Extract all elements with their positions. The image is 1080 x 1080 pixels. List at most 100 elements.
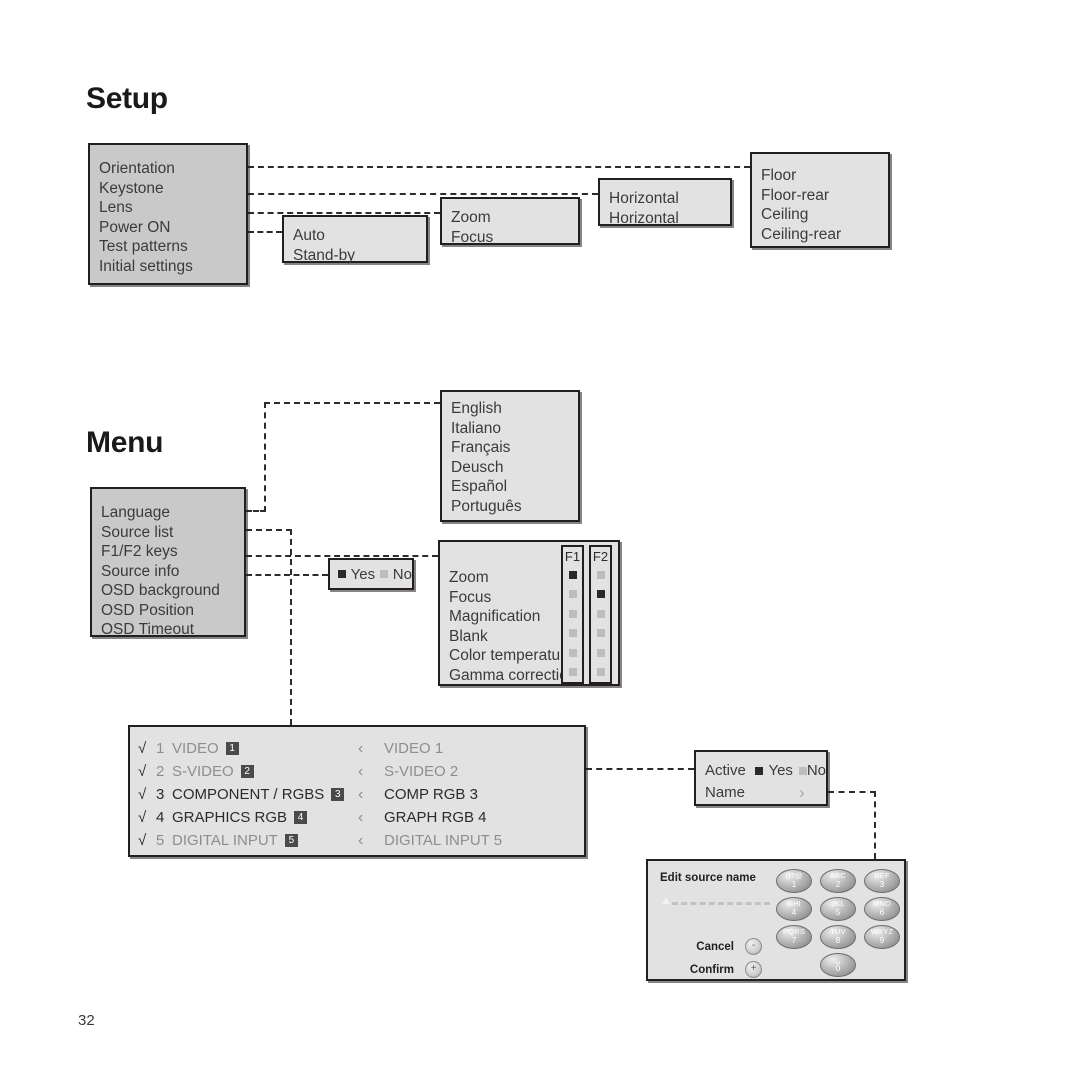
plus-button-icon[interactable]: +: [745, 961, 762, 978]
language-option[interactable]: Français: [451, 438, 578, 458]
language-option[interactable]: Italiano: [451, 419, 578, 439]
language-option[interactable]: Español: [451, 477, 578, 497]
setup-main-menu-box[interactable]: Orientation Keystone Lens Power ON Test …: [88, 143, 248, 285]
f2-column-header: F2: [592, 549, 609, 564]
menu-item-osd-background[interactable]: OSD background: [101, 581, 244, 601]
setup-menu-item[interactable]: Lens: [99, 198, 246, 218]
f1f2-keys-box[interactable]: Zoom Focus Magnification Blank Color tem…: [438, 540, 620, 686]
keystone-option[interactable]: Horizontal: [609, 189, 730, 209]
f2-cell[interactable]: [591, 604, 610, 624]
source-list-row[interactable]: √ 3 COMPONENT / RGBS 3 ‹ COMP RGB 3: [138, 783, 584, 806]
keypad-key-0-space[interactable]: ␣ 0: [820, 953, 856, 977]
confirm-action[interactable]: Confirm +: [678, 958, 762, 981]
menu-item-source-info[interactable]: Source info: [101, 562, 244, 582]
source-name-input[interactable]: [662, 897, 770, 905]
setup-main-menu-list: Orientation Keystone Lens Power ON Test …: [99, 159, 246, 276]
f1f2-function-label[interactable]: Blank: [449, 627, 576, 647]
language-submenu-box[interactable]: English Italiano Français Deusch Español…: [440, 390, 580, 522]
f1-cell[interactable]: [563, 565, 582, 585]
f2-cell[interactable]: [591, 624, 610, 644]
f2-cell[interactable]: [591, 565, 610, 585]
active-toggle-row[interactable]: Active Yes No: [705, 760, 826, 782]
chevron-left-icon[interactable]: ‹: [358, 832, 384, 850]
keypad-key-8[interactable]: TUV 8: [820, 925, 856, 949]
f1-cell[interactable]: [563, 624, 582, 644]
active-yes-marker[interactable]: [754, 767, 763, 775]
language-option[interactable]: Deusch: [451, 458, 578, 478]
keypad-key-5[interactable]: JKL 5: [820, 897, 856, 921]
orientation-option[interactable]: Floor-rear: [761, 186, 888, 206]
setup-menu-item[interactable]: Keystone: [99, 179, 246, 199]
source-list-box[interactable]: √ 1 VIDEO 1 ‹ VIDEO 1 √ 2 S-VIDEO 2 ‹ S-…: [128, 725, 586, 857]
menu-item-language[interactable]: Language: [101, 503, 244, 523]
setup-menu-item[interactable]: Initial settings: [99, 257, 246, 277]
keystone-submenu-box[interactable]: Horizontal Horizontal: [598, 178, 732, 228]
keypad-key-4[interactable]: GHI 4: [776, 897, 812, 921]
f1f2-function-label[interactable]: Focus: [449, 588, 576, 608]
chevron-left-icon[interactable]: ‹: [358, 786, 384, 804]
keypad-key-9[interactable]: WXYZ 9: [864, 925, 900, 949]
chevron-left-icon[interactable]: ‹: [358, 809, 384, 827]
minus-button-icon[interactable]: -: [745, 938, 762, 955]
power-on-submenu-box[interactable]: Auto Stand-by: [282, 215, 428, 266]
lens-option[interactable]: Focus: [451, 228, 578, 248]
name-row[interactable]: Name ›: [705, 782, 826, 804]
keystone-submenu-list: Horizontal Horizontal: [609, 189, 730, 228]
f1f2-function-label[interactable]: Color temperature: [449, 646, 576, 666]
f1f2-function-label[interactable]: Magnification: [449, 607, 576, 627]
menu-item-osd-timeout[interactable]: OSD Timeout: [101, 620, 244, 640]
active-no-marker[interactable]: [798, 767, 807, 775]
menu-item-osd-position[interactable]: OSD Position: [101, 601, 244, 621]
language-option[interactable]: English: [451, 399, 578, 419]
power-on-option[interactable]: Stand-by: [293, 246, 426, 266]
source-detail-box[interactable]: Active Yes No Name ›: [694, 750, 828, 806]
f1f2-function-label[interactable]: Zoom: [449, 568, 576, 588]
menu-main-menu-box[interactable]: Language Source list F1/F2 keys Source i…: [90, 487, 246, 640]
active-no-label: No: [806, 762, 827, 779]
keypad-key-3[interactable]: DEF 3: [864, 869, 900, 893]
source-alias: GRAPH RGB 4: [384, 809, 487, 826]
key-letters: MNO: [872, 899, 892, 908]
language-option[interactable]: Português: [451, 497, 578, 517]
keystone-option[interactable]: Horizontal: [609, 209, 730, 229]
keypad-key-1[interactable]: ()?@ 1: [776, 869, 812, 893]
f2-cell[interactable]: [591, 585, 610, 605]
setup-menu-item[interactable]: Test patterns: [99, 237, 246, 257]
f1-cell[interactable]: [563, 663, 582, 683]
source-list-row[interactable]: √ 1 VIDEO 1 ‹ VIDEO 1: [138, 737, 584, 760]
keypad-key-2[interactable]: ABC 2: [820, 869, 856, 893]
f1-column[interactable]: F1: [561, 545, 584, 684]
f1f2-function-label[interactable]: Gamma correction: [449, 666, 576, 686]
source-info-toggle-box[interactable]: Yes No: [328, 558, 414, 590]
keypad-key-6[interactable]: MNO 6: [864, 897, 900, 921]
chevron-right-icon[interactable]: ›: [799, 782, 805, 804]
f1-cell[interactable]: [563, 585, 582, 605]
chevron-left-icon[interactable]: ‹: [358, 740, 384, 758]
setup-menu-item[interactable]: Orientation: [99, 159, 246, 179]
setup-menu-item[interactable]: Power ON: [99, 218, 246, 238]
source-badge: 3: [331, 788, 345, 801]
f2-cell[interactable]: [591, 663, 610, 683]
yes-radio-marker[interactable]: [338, 570, 346, 578]
power-on-option[interactable]: Auto: [293, 226, 426, 246]
no-radio-marker[interactable]: [380, 570, 388, 578]
source-list-row[interactable]: √ 5 DIGITAL INPUT 5 ‹ DIGITAL INPUT 5: [138, 829, 584, 852]
orientation-option[interactable]: Ceiling-rear: [761, 225, 888, 245]
cancel-action[interactable]: Cancel -: [678, 935, 762, 958]
orientation-option[interactable]: Floor: [761, 166, 888, 186]
menu-item-f1f2-keys[interactable]: F1/F2 keys: [101, 542, 244, 562]
lens-submenu-box[interactable]: Zoom Focus: [440, 197, 580, 248]
chevron-left-icon[interactable]: ‹: [358, 763, 384, 781]
f2-column[interactable]: F2: [589, 545, 612, 684]
orientation-option[interactable]: Ceiling: [761, 205, 888, 225]
edit-source-name-box[interactable]: Edit source name Cancel - Confirm + ()?@…: [646, 859, 906, 981]
f1-cell[interactable]: [563, 643, 582, 663]
orientation-submenu-box[interactable]: Floor Floor-rear Ceiling Ceiling-rear: [750, 152, 890, 248]
lens-option[interactable]: Zoom: [451, 208, 578, 228]
menu-item-source-list[interactable]: Source list: [101, 523, 244, 543]
keypad-key-7[interactable]: PQRS 7: [776, 925, 812, 949]
source-list-row[interactable]: √ 4 GRAPHICS RGB 4 ‹ GRAPH RGB 4: [138, 806, 584, 829]
f2-cell[interactable]: [591, 643, 610, 663]
source-list-row[interactable]: √ 2 S-VIDEO 2 ‹ S-VIDEO 2: [138, 760, 584, 783]
f1-cell[interactable]: [563, 604, 582, 624]
